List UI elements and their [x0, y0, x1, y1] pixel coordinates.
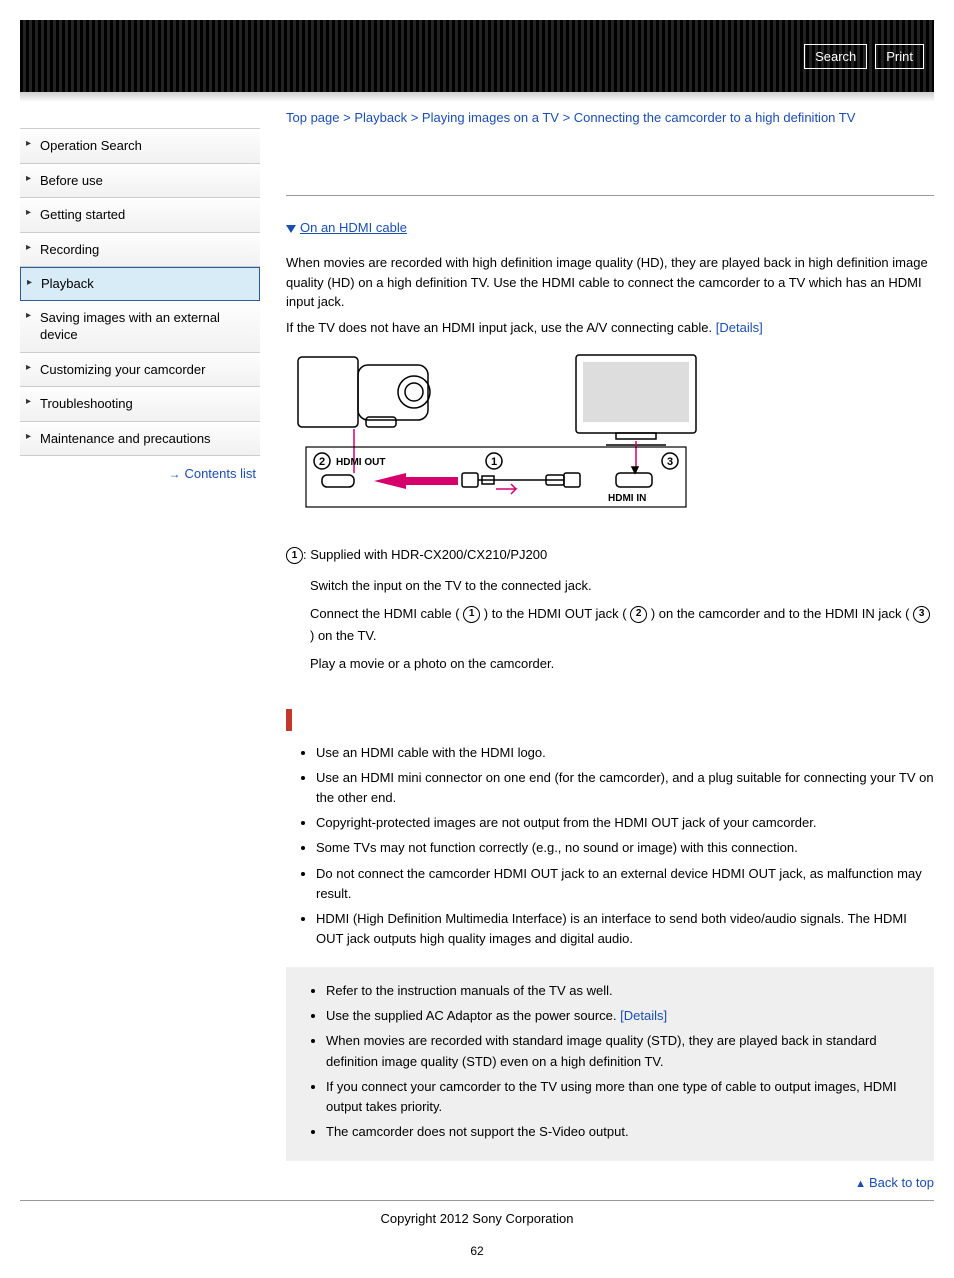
step-2a: Connect the HDMI cable (	[310, 606, 463, 621]
sidebar-item-maintenance[interactable]: Maintenance and precautions	[20, 422, 260, 457]
details-link[interactable]: [Details]	[620, 1008, 667, 1023]
breadcrumb-current[interactable]: Connecting the camcorder to a high defin…	[574, 110, 856, 125]
breadcrumb-playback[interactable]: Playback	[354, 110, 407, 125]
header-banner: Search Print	[20, 20, 934, 92]
circle-1-icon: 1	[463, 606, 480, 623]
anchor-label: On an HDMI cable	[300, 220, 407, 235]
step-1: Switch the input on the TV to the connec…	[310, 575, 934, 597]
search-button[interactable]: Search	[804, 44, 867, 69]
circle-2-icon: 2	[630, 606, 647, 623]
tip-item: If you connect your camcorder to the TV …	[326, 1077, 924, 1117]
sidebar-item-playback[interactable]: Playback	[20, 267, 260, 301]
svg-text:2: 2	[319, 456, 325, 468]
breadcrumb-playing-tv[interactable]: Playing images on a TV	[422, 110, 559, 125]
sidebar: Operation Search Before use Getting star…	[20, 110, 260, 1196]
step-2: Connect the HDMI cable ( 1 ) to the HDMI…	[310, 603, 934, 647]
arrow-right-icon: →	[168, 467, 180, 481]
sidebar-item-before-use[interactable]: Before use	[20, 164, 260, 199]
sidebar-item-saving-images[interactable]: Saving images with an external device	[20, 301, 260, 353]
tip-item: When movies are recorded with standard i…	[326, 1031, 924, 1071]
step-2d: ) on the TV.	[310, 628, 377, 643]
breadcrumb-sep: >	[407, 110, 422, 125]
step-2b: ) to the HDMI OUT jack (	[480, 606, 630, 621]
hdmi-in-label: HDMI IN	[608, 493, 646, 504]
tip-text: Use the supplied AC Adaptor as the power…	[326, 1008, 620, 1023]
nav-menu: Operation Search Before use Getting star…	[20, 128, 260, 456]
intro-paragraph-2: If the TV does not have an HDMI input ja…	[286, 318, 934, 338]
step-2c: ) on the camcorder and to the HDMI IN ja…	[647, 606, 913, 621]
connection-diagram: 2 1 3 HDMI OUT HDMI IN	[286, 347, 934, 527]
tip-item: Use the supplied AC Adaptor as the power…	[326, 1006, 924, 1026]
breadcrumb-sep: >	[559, 110, 574, 125]
main-content: Top page > Playback > Playing images on …	[286, 110, 934, 1196]
note-item: Use an HDMI mini connector on one end (f…	[316, 768, 934, 808]
anchor-on-hdmi-cable[interactable]: On an HDMI cable	[286, 220, 934, 235]
note-item: HDMI (High Definition Multimedia Interfa…	[316, 909, 934, 949]
back-to-top-link[interactable]: Back to top	[869, 1175, 934, 1190]
triangle-up-icon: ▲	[855, 1178, 866, 1190]
sidebar-item-troubleshooting[interactable]: Troubleshooting	[20, 387, 260, 422]
copyright: Copyright 2012 Sony Corporation	[20, 1200, 934, 1226]
svg-text:3: 3	[667, 456, 673, 468]
print-button[interactable]: Print	[875, 44, 924, 69]
note-item: Use an HDMI cable with the HDMI logo.	[316, 743, 934, 763]
circle-1-icon: 1	[286, 547, 303, 564]
contents-list-link[interactable]: Contents list	[184, 466, 256, 481]
intro-p2-text: If the TV does not have an HDMI input ja…	[286, 320, 716, 335]
supplied-text: : Supplied with HDR-CX200/CX210/PJ200	[303, 547, 547, 562]
tips-box: Refer to the instruction manuals of the …	[286, 967, 934, 1161]
page-number: 62	[20, 1244, 934, 1258]
sidebar-item-operation-search[interactable]: Operation Search	[20, 129, 260, 164]
tip-item: Refer to the instruction manuals of the …	[326, 981, 924, 1001]
note-item: Do not connect the camcorder HDMI OUT ja…	[316, 864, 934, 904]
breadcrumb-sep: >	[340, 110, 355, 125]
note-item: Some TVs may not function correctly (e.g…	[316, 838, 934, 858]
intro-paragraph-1: When movies are recorded with high defin…	[286, 253, 934, 312]
circle-3-icon: 3	[913, 606, 930, 623]
tip-item: The camcorder does not support the S-Vid…	[326, 1122, 924, 1142]
supplied-note: 1: Supplied with HDR-CX200/CX210/PJ200	[286, 545, 934, 565]
breadcrumb-top[interactable]: Top page	[286, 110, 340, 125]
details-link[interactable]: [Details]	[716, 320, 763, 335]
sidebar-item-recording[interactable]: Recording	[20, 233, 260, 268]
triangle-down-icon	[286, 225, 296, 233]
hdmi-out-label: HDMI OUT	[336, 457, 385, 468]
note-item: Copyright-protected images are not outpu…	[316, 813, 934, 833]
sidebar-item-customizing[interactable]: Customizing your camcorder	[20, 353, 260, 388]
notes-list: Use an HDMI cable with the HDMI logo. Us…	[286, 743, 934, 949]
step-3: Play a movie or a photo on the camcorder…	[310, 653, 934, 675]
svg-text:1: 1	[491, 456, 497, 468]
notes-heading-bar	[286, 709, 292, 731]
breadcrumb: Top page > Playback > Playing images on …	[286, 110, 934, 125]
sidebar-item-getting-started[interactable]: Getting started	[20, 198, 260, 233]
divider	[286, 195, 934, 196]
